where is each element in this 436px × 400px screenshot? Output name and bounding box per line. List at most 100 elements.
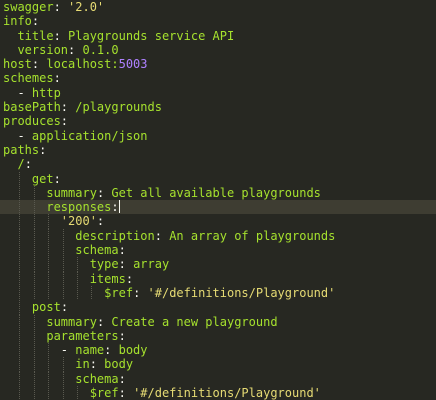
code-token: : <box>53 0 69 14</box>
code-token: '200' <box>60 214 97 229</box>
code-line[interactable]: produces: <box>0 114 436 128</box>
code-token: '#/definitions/Playground' <box>147 285 336 300</box>
code-line[interactable]: - http <box>0 86 436 100</box>
code-token: : <box>118 371 126 386</box>
code-token: host <box>3 57 32 72</box>
code-token: Create a new playground <box>111 314 278 329</box>
indent-guide <box>48 386 50 400</box>
code-line[interactable]: - name: body <box>0 343 436 358</box>
code-token: in <box>75 357 90 372</box>
code-line[interactable]: responses: <box>0 200 436 215</box>
code-token: description <box>75 228 155 243</box>
indent-guide <box>62 357 64 372</box>
indent-guide <box>33 185 35 201</box>
code-token: : <box>111 200 119 215</box>
code-line[interactable]: parameters: <box>0 328 436 344</box>
code-token: : <box>53 171 61 186</box>
indent-guide <box>62 228 64 244</box>
code-token: schemes <box>3 71 54 86</box>
indent-guide <box>62 371 64 387</box>
indent-guide <box>33 228 35 244</box>
code-line[interactable]: items: <box>0 271 436 286</box>
code-line[interactable]: $ref: '#/definitions/Playground' <box>0 386 436 400</box>
code-token: : <box>53 28 69 43</box>
code-line[interactable]: schema: <box>0 243 436 258</box>
indent-guide <box>19 314 21 329</box>
indent-guide <box>48 285 50 301</box>
code-token: : <box>31 14 40 29</box>
code-line[interactable]: summary: Get all available playgrounds <box>0 185 436 201</box>
indent-guide <box>19 228 21 244</box>
code-line[interactable]: /: <box>0 157 436 171</box>
code-line[interactable]: schema: <box>0 371 436 387</box>
code-token: : <box>68 42 83 57</box>
code-line[interactable]: host: localhost:5003 <box>0 57 436 71</box>
code-token: Get all available playgrounds <box>111 185 321 200</box>
code-token: array <box>133 257 170 272</box>
code-line[interactable]: schemes: <box>0 71 436 85</box>
code-token: localhost: <box>46 57 119 72</box>
indent-guide <box>77 386 78 400</box>
code-token: body <box>104 357 134 372</box>
indent-guide <box>19 214 21 229</box>
code-line[interactable]: basePath: /playgrounds <box>0 100 436 114</box>
indent-guide <box>48 243 50 258</box>
code-token: parameters <box>46 328 119 343</box>
code-line[interactable]: info: <box>0 14 436 28</box>
code-line[interactable]: version: 0.1.0 <box>0 43 436 57</box>
indent-guide <box>48 371 50 387</box>
code-line[interactable]: in: body <box>0 357 436 372</box>
indent-guide <box>48 228 50 244</box>
code-token: post <box>31 300 61 315</box>
text-cursor <box>118 200 120 214</box>
code-line[interactable]: type: array <box>0 257 436 272</box>
code-token: info <box>3 14 32 29</box>
indent-guide <box>48 271 50 286</box>
indent-guide <box>19 285 21 301</box>
code-line[interactable]: description: An array of playgrounds <box>0 228 436 244</box>
indent-guide <box>77 285 78 301</box>
code-token: version <box>17 42 69 57</box>
code-line[interactable]: '200': <box>0 214 436 229</box>
code-line[interactable]: paths: <box>0 143 436 157</box>
indent-guide <box>19 357 21 372</box>
indent-guide <box>19 171 21 186</box>
code-token: swagger <box>3 0 54 14</box>
code-token: /playgrounds <box>75 100 162 115</box>
code-token: 0.1.0 <box>82 42 119 57</box>
indent-guide <box>33 328 35 344</box>
code-line[interactable]: $ref: '#/definitions/Playground' <box>0 285 436 301</box>
code-token: : <box>118 328 126 343</box>
indent-guide <box>48 214 50 229</box>
code-token: http <box>31 85 61 100</box>
code-token: summary <box>46 314 97 329</box>
code-token: $ref <box>104 285 134 300</box>
code-token: - <box>17 128 32 143</box>
code-token: responses <box>46 200 112 215</box>
indent-guide <box>62 386 64 400</box>
code-token: '2.0' <box>68 0 105 14</box>
code-token: : <box>118 257 134 272</box>
code-line[interactable]: title: Playgrounds service API <box>0 29 436 43</box>
code-editor[interactable]: swagger: '2.0' info: title: Playgrounds s… <box>0 0 436 400</box>
code-line[interactable]: post: <box>0 300 436 315</box>
code-token: application/json <box>31 128 148 143</box>
code-line[interactable]: swagger: '2.0' <box>0 0 436 14</box>
indent-guide <box>77 257 78 272</box>
indent-guide <box>19 185 21 201</box>
code-token: body <box>118 343 148 358</box>
code-token: / <box>17 157 25 172</box>
code-line[interactable]: get: <box>0 171 436 186</box>
indent-guide <box>33 257 35 272</box>
code-line[interactable]: summary: Create a new playground <box>0 314 436 329</box>
indent-guide <box>33 386 35 400</box>
code-line[interactable]: - application/json <box>0 129 436 143</box>
